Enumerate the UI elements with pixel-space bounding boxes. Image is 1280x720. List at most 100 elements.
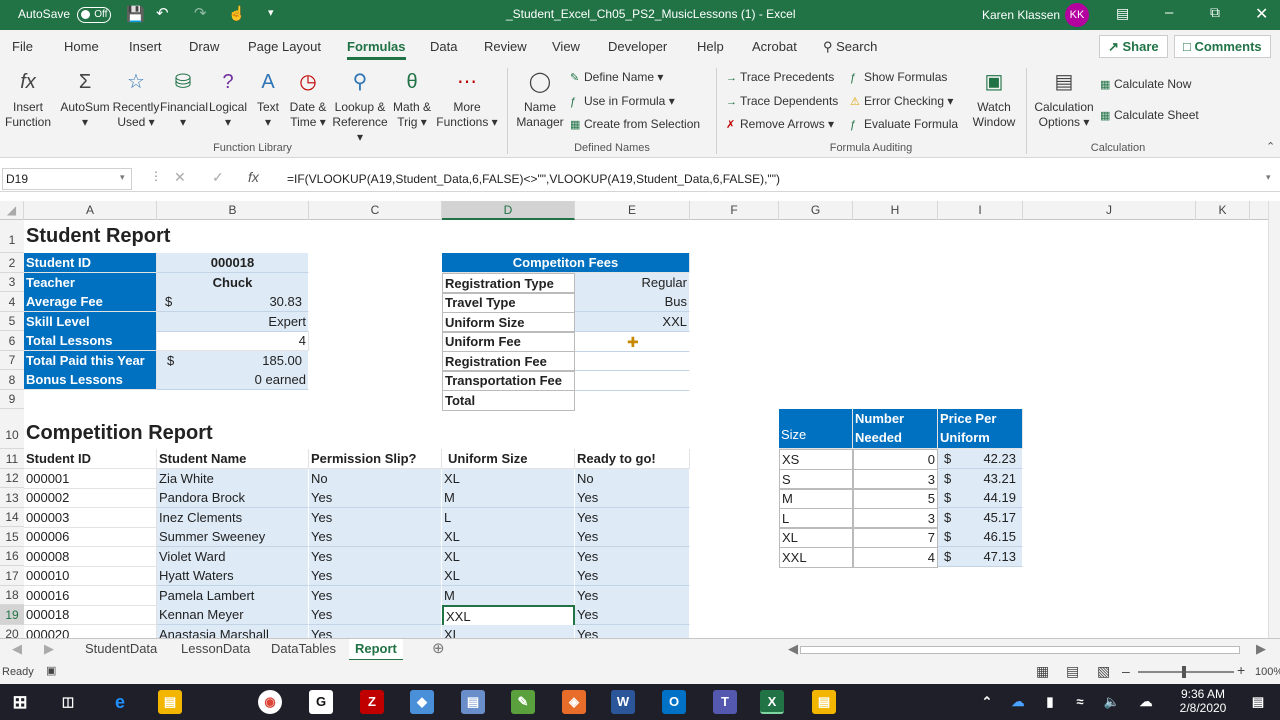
task-view-icon[interactable]: ◫ (56, 690, 80, 714)
tab-view[interactable]: View (552, 39, 580, 54)
date-time-button[interactable]: ◷ Date & Time ▾ (286, 68, 330, 130)
table-cell[interactable]: Yes (309, 605, 442, 625)
row-header[interactable]: 5 (0, 312, 24, 331)
comments-button[interactable]: □ Comments (1174, 35, 1271, 58)
tab-formulas[interactable]: Formulas (347, 39, 406, 60)
table-cell[interactable]: Yes (575, 527, 690, 547)
uniform-needed[interactable]: 0 (853, 449, 938, 470)
col-header-i[interactable]: I (938, 201, 1023, 220)
table-cell[interactable]: Yes (575, 625, 690, 638)
uniform-price[interactable]: $45.17 (938, 508, 1023, 528)
table-cell[interactable]: Yes (575, 488, 690, 508)
horizontal-scrollbar[interactable] (800, 646, 1240, 654)
bonus-lessons-value[interactable]: 0 earned (157, 370, 309, 390)
trace-precedents-button[interactable]: → Trace Precedents (726, 70, 834, 84)
cloud-sync-icon[interactable]: ☁ (1134, 690, 1158, 714)
uniform-size[interactable]: L (779, 508, 853, 529)
sheet-tab-studentdata[interactable]: StudentData (79, 639, 163, 661)
windows-start-icon[interactable]: ⊞ (8, 690, 32, 714)
select-all-corner[interactable]: ◢ (0, 201, 24, 220)
ribbon-display-icon[interactable]: ▤ (1116, 5, 1129, 22)
notifications-icon[interactable]: ▤ (1246, 690, 1270, 714)
sheet-tab-report[interactable]: Report (349, 639, 403, 661)
excel-icon[interactable]: X (760, 690, 784, 714)
header-student-id[interactable]: Student ID (24, 449, 157, 469)
touch-mode-icon[interactable]: ☝ (228, 5, 245, 22)
table-row[interactable]: 000008 (24, 547, 157, 567)
skill-level-value[interactable]: Expert (157, 312, 309, 332)
table-cell[interactable]: Kennan Meyer (157, 605, 309, 625)
row-header[interactable]: 11 (0, 449, 24, 469)
label-registration-type[interactable]: Registration Type (442, 273, 575, 294)
row-header[interactable]: 4 (0, 292, 24, 312)
uniform-header-size[interactable]: Size (779, 409, 853, 449)
vertical-scrollbar[interactable] (1268, 201, 1280, 638)
tab-file[interactable]: File (12, 39, 33, 54)
watch-window-button[interactable]: ▣ Watch Window (968, 68, 1020, 130)
error-checking-button[interactable]: ⚠ Error Checking ▾ (850, 94, 953, 108)
logical-button[interactable]: ? Logical ▾ (206, 68, 250, 130)
zoom-out-icon[interactable]: – (1122, 663, 1130, 679)
label-average-fee[interactable]: Average Fee (24, 292, 157, 312)
col-header-f[interactable]: F (690, 201, 779, 220)
app-orange-icon[interactable]: ◈ (562, 690, 586, 714)
competition-report-title[interactable]: Competition Report (24, 419, 309, 447)
row-header[interactable]: 8 (0, 370, 24, 390)
label-travel-type[interactable]: Travel Type (442, 292, 575, 313)
row-header[interactable]: 19 (0, 605, 24, 625)
uniform-header-price[interactable]: Price Per Uniform (938, 409, 1023, 449)
financial-button[interactable]: ⛁ Financial ▾ (160, 68, 208, 130)
math-trig-button[interactable]: θ Math & Trig ▾ (390, 68, 434, 130)
table-row[interactable]: 000002 (24, 488, 157, 508)
table-cell[interactable]: XL (442, 547, 575, 567)
row-header[interactable]: 9 (0, 390, 24, 409)
save-icon[interactable]: 💾 (126, 5, 145, 23)
table-cell[interactable]: Yes (575, 547, 690, 567)
table-cell[interactable]: XL (442, 625, 575, 638)
uniform-size[interactable]: XXL (779, 547, 853, 568)
col-header-d[interactable]: D (442, 201, 575, 220)
table-cell[interactable]: Pamela Lambert (157, 586, 309, 606)
define-name-button[interactable]: ✎ Define Name ▾ (570, 70, 663, 84)
insert-function-button[interactable]: fx Insert Function (4, 68, 52, 130)
table-cell[interactable]: Yes (309, 547, 442, 567)
tray-chevron-icon[interactable]: ⌃ (975, 690, 999, 714)
tab-acrobat[interactable]: Acrobat (752, 39, 797, 54)
col-header-a[interactable]: A (24, 201, 157, 220)
header-student-name[interactable]: Student Name (157, 449, 309, 469)
customize-qat-icon[interactable]: ▾ (268, 6, 274, 19)
row-header[interactable]: 16 (0, 547, 24, 566)
sheet-tab-lessondata[interactable]: LessonData (175, 639, 256, 661)
uniform-size[interactable]: M (779, 488, 853, 509)
insert-function-icon[interactable]: fx (248, 169, 259, 185)
table-row[interactable]: 000018 (24, 605, 157, 625)
uniform-needed[interactable]: 7 (853, 527, 938, 548)
competition-fees-title[interactable]: Competiton Fees (442, 253, 690, 273)
col-header-c[interactable]: C (309, 201, 442, 220)
add-sheet-icon[interactable]: ⊕ (426, 639, 451, 661)
table-cell[interactable]: XL (442, 527, 575, 547)
uniform-price[interactable]: $46.15 (938, 527, 1023, 547)
table-row[interactable]: 000003 (24, 508, 157, 528)
tab-help[interactable]: Help (697, 39, 724, 54)
zoom-slider[interactable] (1138, 671, 1234, 673)
label-teacher[interactable]: Teacher (24, 273, 157, 293)
table-cell[interactable]: Inez Clements (157, 508, 309, 528)
grammarly-icon[interactable]: G (309, 690, 333, 714)
uniform-size-value[interactable]: XXL (575, 312, 690, 332)
sheet-tab-datatables[interactable]: DataTables (265, 639, 342, 661)
row-header[interactable]: 20 (0, 625, 24, 638)
calculate-now-button[interactable]: ▦ Calculate Now (1100, 77, 1191, 91)
table-row[interactable]: 000016 (24, 586, 157, 606)
table-cell[interactable]: Pandora Brock (157, 488, 309, 508)
trace-dependents-button[interactable]: → Trace Dependents (726, 94, 838, 108)
table-cell[interactable]: XL (442, 469, 575, 489)
header-ready[interactable]: Ready to go! (575, 449, 690, 469)
row-header[interactable]: 12 (0, 469, 24, 488)
uniform-needed[interactable]: 5 (853, 488, 938, 509)
table-row[interactable]: 000006 (24, 527, 157, 547)
filezilla-icon[interactable]: Z (360, 690, 384, 714)
registration-fee-value[interactable] (575, 351, 690, 352)
text-button[interactable]: A Text ▾ (252, 68, 284, 130)
calculate-sheet-button[interactable]: ▦ Calculate Sheet (1100, 108, 1199, 122)
